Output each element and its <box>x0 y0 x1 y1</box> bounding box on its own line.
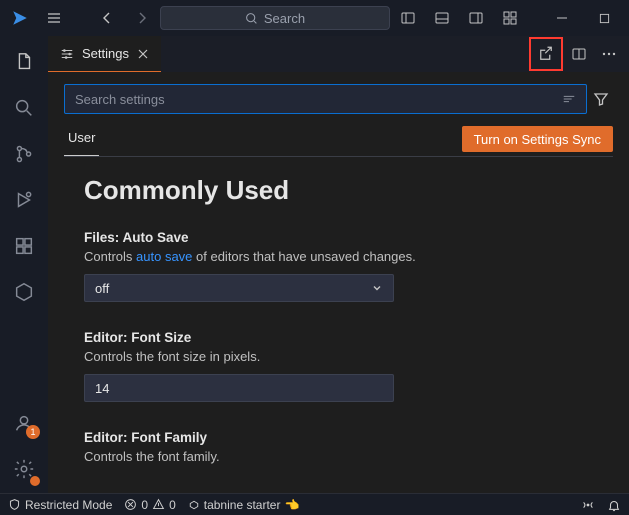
accounts-badge: 1 <box>26 425 40 439</box>
warning-icon <box>152 498 165 511</box>
settings-section-heading: Commonly Used <box>84 175 613 206</box>
status-restricted-mode[interactable]: Restricted Mode <box>8 498 112 512</box>
split-editor-button[interactable] <box>565 40 593 68</box>
setting-title: Editor: Font Size <box>84 330 613 345</box>
activity-run-debug[interactable] <box>0 180 48 220</box>
activity-source-control[interactable] <box>0 134 48 174</box>
nav-forward-button[interactable] <box>128 4 156 32</box>
tab-close-button[interactable] <box>137 48 149 60</box>
open-settings-json-highlight <box>529 37 563 71</box>
editor-area: Settings <box>48 36 629 493</box>
setting-editor-font-size: Editor: Font Size Controls the font size… <box>84 330 613 402</box>
layout-customize-icon[interactable] <box>496 4 524 32</box>
settings-scope-user-tab[interactable]: User <box>64 122 99 156</box>
tabnine-icon <box>188 499 200 511</box>
activity-settings-gear[interactable] <box>0 449 48 489</box>
window-minimize-button[interactable] <box>544 4 580 32</box>
shield-icon <box>8 498 21 511</box>
status-notifications[interactable] <box>607 498 621 512</box>
settings-search-input[interactable]: Search settings <box>64 84 587 114</box>
clear-search-icon[interactable] <box>562 92 576 106</box>
auto-save-value: off <box>95 281 109 296</box>
editor-tabbar: Settings <box>48 36 629 72</box>
settings-search-placeholder: Search settings <box>75 92 165 107</box>
setting-editor-font-family: Editor: Font Family Controls the font fa… <box>84 430 613 464</box>
layout-sidebar-right-icon[interactable] <box>462 4 490 32</box>
setting-files-auto-save: Files: Auto Save Controls auto save of e… <box>84 230 613 302</box>
settings-editor: Search settings User Turn on Settings Sy… <box>48 72 629 493</box>
activity-extensions[interactable] <box>0 226 48 266</box>
status-problems[interactable]: 0 0 <box>124 498 175 512</box>
activity-accounts[interactable]: 1 <box>0 403 48 443</box>
setting-description: Controls auto save of editors that have … <box>84 249 613 264</box>
status-feedback[interactable] <box>581 498 595 512</box>
app-logo <box>6 4 34 32</box>
chevron-down-icon <box>371 282 383 294</box>
search-icon <box>245 12 258 25</box>
command-center-search[interactable]: Search <box>160 6 390 30</box>
setting-title: Editor: Font Family <box>84 430 613 445</box>
command-center-placeholder: Search <box>264 11 305 26</box>
font-size-input[interactable]: 14 <box>84 374 394 402</box>
tab-settings[interactable]: Settings <box>48 36 161 72</box>
error-icon <box>124 498 137 511</box>
layout-panel-icon[interactable] <box>428 4 456 32</box>
activity-extra[interactable] <box>0 272 48 312</box>
activity-search[interactable] <box>0 88 48 128</box>
setting-description: Controls the font family. <box>84 449 613 464</box>
setting-description: Controls the font size in pixels. <box>84 349 613 364</box>
open-settings-json-button[interactable] <box>532 40 560 68</box>
more-actions-button[interactable] <box>595 40 623 68</box>
settings-tab-icon <box>60 47 74 61</box>
settings-update-badge <box>30 476 40 486</box>
layout-sidebar-left-icon[interactable] <box>394 4 422 32</box>
window-maximize-button[interactable] <box>586 4 622 32</box>
title-bar: Search <box>0 0 629 36</box>
font-size-value: 14 <box>95 381 109 396</box>
auto-save-doc-link[interactable]: auto save <box>136 249 192 264</box>
tab-label: Settings <box>82 46 129 61</box>
broadcast-icon <box>581 498 595 512</box>
turn-on-settings-sync-button[interactable]: Turn on Settings Sync <box>462 126 613 152</box>
setting-title: Files: Auto Save <box>84 230 613 245</box>
auto-save-dropdown[interactable]: off <box>84 274 394 302</box>
bell-icon <box>607 498 621 512</box>
settings-filter-button[interactable] <box>593 91 613 107</box>
nav-back-button[interactable] <box>94 4 122 32</box>
activity-explorer[interactable] <box>0 42 48 82</box>
status-bar: Restricted Mode 0 0 tabnine starter 👈 <box>0 493 629 515</box>
status-tabnine[interactable]: tabnine starter 👈 <box>188 498 300 512</box>
menu-button[interactable] <box>40 4 68 32</box>
activity-bar: 1 <box>0 36 48 493</box>
